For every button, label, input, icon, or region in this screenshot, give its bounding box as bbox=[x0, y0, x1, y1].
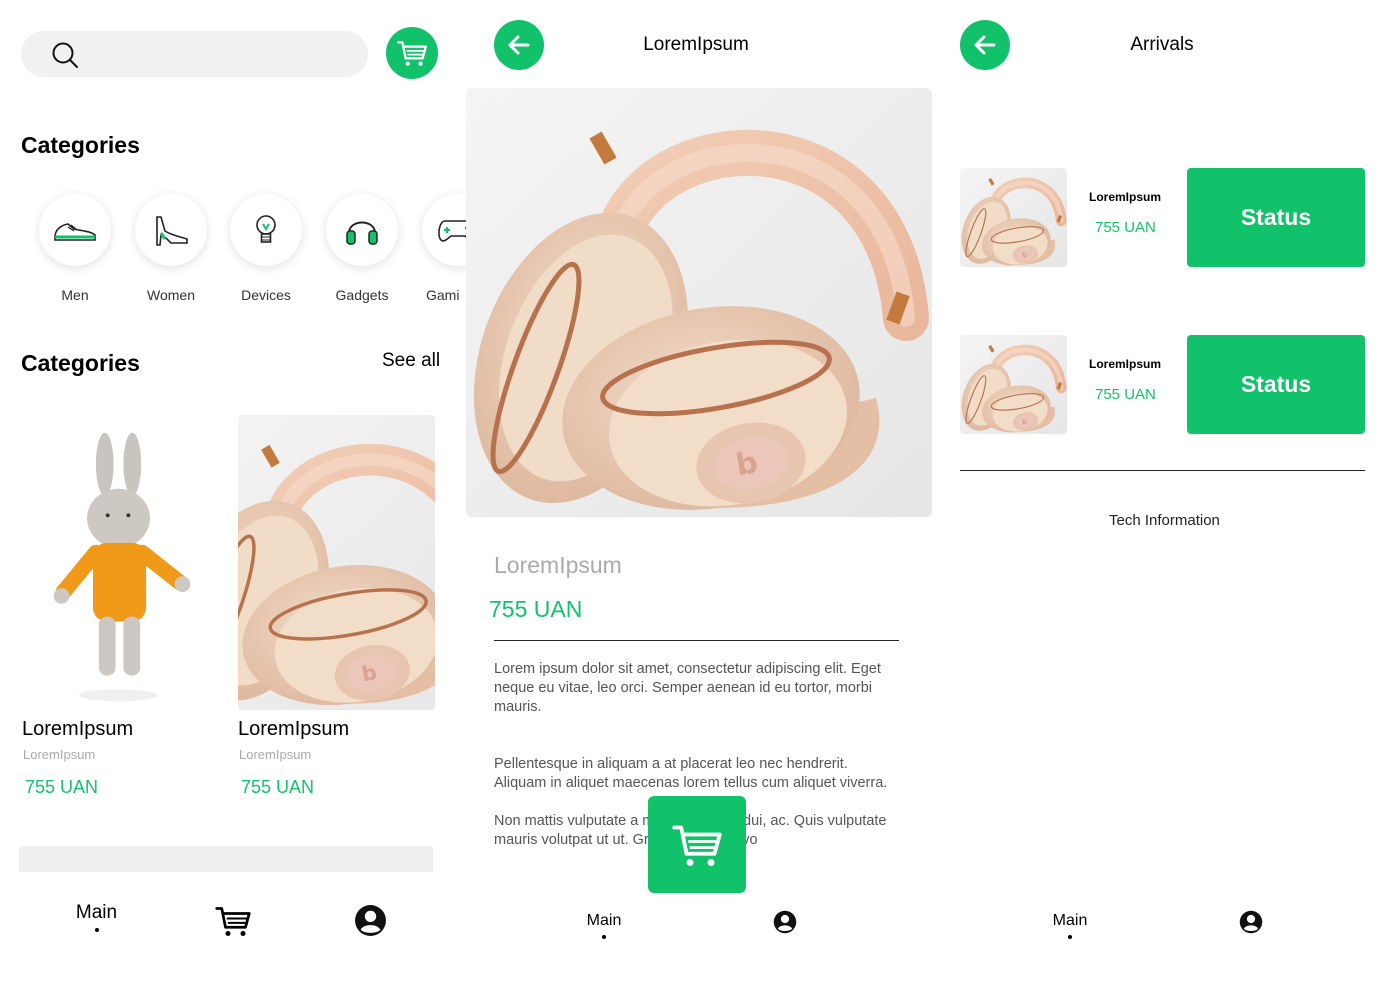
nav-profile[interactable] bbox=[1239, 910, 1263, 939]
nav-cart[interactable] bbox=[212, 901, 254, 946]
category-label: Gami bbox=[426, 287, 460, 303]
active-indicator bbox=[1068, 935, 1072, 939]
tech-information-link[interactable]: Tech Information bbox=[1109, 512, 1220, 529]
nav-main-label: Main bbox=[75, 902, 118, 923]
active-indicator bbox=[94, 928, 99, 932]
status-button[interactable]: Status bbox=[1187, 335, 1365, 434]
cart-icon bbox=[212, 901, 254, 941]
next-card-preview bbox=[19, 846, 433, 872]
item-name: LoremIpsum bbox=[1089, 357, 1162, 371]
page-title: LoremIpsum bbox=[643, 34, 749, 55]
see-all-link[interactable]: See all bbox=[382, 350, 440, 372]
category-gadgets[interactable]: Gadgets bbox=[317, 190, 407, 303]
cart-button[interactable] bbox=[386, 27, 438, 79]
product-card[interactable]: LoremIpsum LoremIpsum 755 UAN bbox=[238, 415, 438, 815]
categories-title: Categories bbox=[21, 132, 140, 158]
lightbulb-icon bbox=[256, 215, 276, 243]
nav-main[interactable]: Main bbox=[584, 912, 624, 939]
cart-icon bbox=[395, 36, 429, 70]
category-carousel[interactable]: Men Women Devices Gadgets Gami bbox=[34, 190, 466, 310]
product-subtitle: LoremIpsum bbox=[239, 747, 312, 762]
product-title: LoremIpsum bbox=[238, 718, 350, 740]
add-to-cart-button[interactable] bbox=[648, 796, 746, 893]
sneaker-icon bbox=[54, 223, 96, 241]
item-price: 755 UAN bbox=[1095, 386, 1156, 403]
description-paragraph: Pellentesque in aliquam a at placerat le… bbox=[494, 756, 888, 791]
active-indicator bbox=[602, 935, 606, 939]
arrivals-screen: Arrivals LoremIpsum 755 UAN Status Lorem… bbox=[932, 0, 1398, 1000]
category-men[interactable]: Men bbox=[34, 190, 120, 303]
home-screen: Categories Men Women Devices Gadgets Gam… bbox=[0, 0, 466, 1000]
category-gaming[interactable]: Gami bbox=[413, 190, 466, 303]
product-card[interactable]: LoremIpsum LoremIpsum 755 UAN bbox=[22, 415, 222, 815]
category-label: Men bbox=[61, 287, 89, 303]
product-image bbox=[238, 415, 435, 710]
profile-icon bbox=[354, 904, 387, 937]
product-title: LoremIpsum bbox=[22, 718, 134, 740]
product-subtitle: LoremIpsum bbox=[23, 747, 96, 762]
search-icon bbox=[52, 42, 78, 68]
product-thumbnail bbox=[960, 335, 1067, 434]
nav-main-label: Main bbox=[1052, 912, 1088, 929]
product-image bbox=[22, 415, 219, 710]
product-thumbnail bbox=[960, 168, 1067, 267]
search-input[interactable] bbox=[21, 31, 368, 77]
item-price: 755 UAN bbox=[1095, 219, 1156, 236]
section-title: Categories bbox=[21, 350, 140, 376]
product-price: 755 UAN bbox=[241, 777, 315, 797]
product-price: 755 UAN bbox=[25, 777, 99, 797]
divider bbox=[494, 640, 899, 641]
gamepad-icon bbox=[438, 220, 466, 242]
cart-icon bbox=[669, 817, 725, 873]
product-hero-image bbox=[466, 88, 932, 517]
item-name: LoremIpsum bbox=[1089, 190, 1162, 204]
nav-main-label: Main bbox=[586, 912, 622, 929]
category-women[interactable]: Women bbox=[126, 190, 216, 303]
nav-profile[interactable] bbox=[773, 910, 797, 939]
arrival-row[interactable]: LoremIpsum 755 UAN Status bbox=[960, 335, 1365, 434]
arrival-row[interactable]: LoremIpsum 755 UAN Status bbox=[960, 168, 1365, 267]
profile-icon bbox=[773, 910, 797, 934]
nav-main[interactable]: Main bbox=[74, 902, 119, 932]
status-button[interactable]: Status bbox=[1187, 168, 1365, 267]
product-screen: LoremIpsum LoremIpsum 755 UAN Lorem ipsu… bbox=[466, 0, 932, 1000]
nav-profile[interactable] bbox=[354, 904, 387, 942]
category-devices[interactable]: Devices bbox=[221, 190, 311, 303]
category-label: Gadgets bbox=[335, 287, 389, 303]
product-price: 755 UAN bbox=[489, 596, 583, 622]
category-label: Devices bbox=[241, 287, 291, 303]
nav-main[interactable]: Main bbox=[1050, 912, 1090, 939]
description-paragraph: Lorem ipsum dolor sit amet, consectetur … bbox=[494, 661, 881, 715]
product-name: LoremIpsum bbox=[494, 552, 622, 578]
high-heel-icon bbox=[156, 216, 188, 246]
headphones-icon bbox=[346, 221, 378, 245]
profile-icon bbox=[1239, 910, 1263, 934]
category-label: Women bbox=[147, 287, 195, 303]
divider bbox=[960, 470, 1365, 471]
page-title: Arrivals bbox=[1130, 34, 1194, 55]
